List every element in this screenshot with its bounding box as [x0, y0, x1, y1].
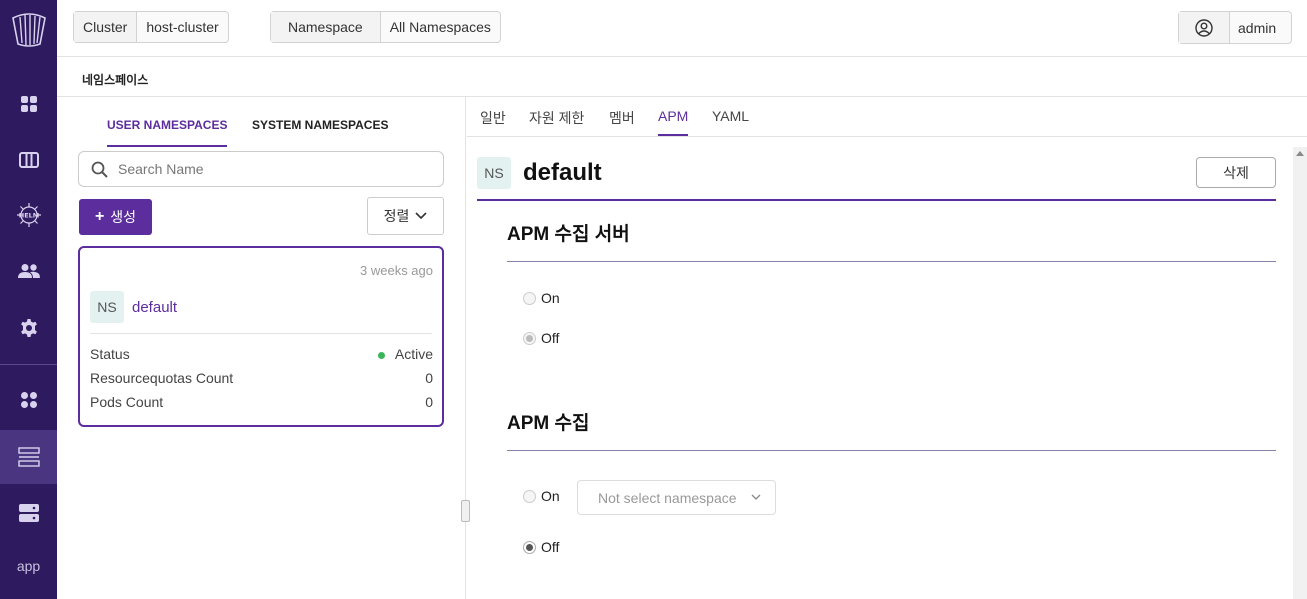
detail-header: NS default 삭제 — [477, 157, 1276, 201]
create-button[interactable]: + 생성 — [79, 199, 152, 235]
sidebar-item-users[interactable] — [0, 244, 57, 298]
radio-label: Off — [541, 330, 560, 346]
namespace-key: Namespace — [271, 12, 380, 42]
search-box — [78, 151, 444, 187]
prop-value: 0 — [425, 394, 433, 410]
sort-button[interactable]: 정렬 — [367, 197, 444, 235]
page-title: 네임스페이스 — [82, 73, 149, 87]
status-text: Active — [394, 346, 433, 362]
tab-user-namespaces[interactable]: USER NAMESPACES — [107, 118, 228, 147]
tab-system-namespaces[interactable]: SYSTEM NAMESPACES — [252, 118, 388, 145]
chevron-down-icon — [415, 212, 427, 220]
scroll-up-arrow-icon[interactable] — [1296, 151, 1304, 156]
server-icon — [18, 504, 39, 522]
prop-label: Pods Count — [90, 394, 164, 410]
namespace-select-placeholder: Not select namespace — [598, 489, 737, 506]
namespace-selector[interactable]: Namespace All Namespaces — [270, 11, 501, 43]
namespace-list-pane: USER NAMESPACES SYSTEM NAMESPACES + 생성 정… — [57, 97, 466, 599]
search-icon — [91, 161, 108, 178]
user-menu[interactable]: admin — [1178, 11, 1293, 44]
sidebar-item-namespaces[interactable] — [0, 430, 57, 484]
dashboard-icon — [20, 96, 37, 112]
chevron-down-icon — [751, 494, 761, 500]
card-namespace-name[interactable]: default — [132, 299, 177, 316]
title-row: 네임스페이스 — [57, 57, 1307, 97]
delete-button[interactable]: 삭제 — [1196, 157, 1276, 188]
columns-icon — [18, 152, 39, 168]
helm-icon: HELM — [16, 203, 41, 227]
sidebar-item-dashboard[interactable] — [0, 77, 57, 131]
search-input[interactable] — [118, 161, 418, 177]
ns-badge: NS — [90, 291, 124, 323]
apps-icon — [20, 392, 37, 408]
users-icon — [17, 264, 40, 278]
user-icon — [1179, 12, 1229, 43]
sidebar-item-server[interactable] — [0, 486, 57, 540]
card-divider — [90, 333, 432, 334]
detail-tabs: 일반 자원 제한 멤버 APM YAML — [467, 97, 1307, 137]
status-dot — [377, 351, 385, 359]
radio-circle — [523, 291, 536, 305]
prop-label: Status — [90, 346, 130, 362]
radio-label: On — [541, 290, 560, 306]
apm-server-on-radio[interactable]: On — [523, 290, 560, 306]
settings-icon — [20, 319, 37, 337]
section-apm-server-title: APM 수집 서버 — [507, 224, 630, 245]
radio-circle — [523, 540, 536, 554]
section-divider — [507, 450, 1276, 451]
sidebar-item-apps[interactable] — [0, 373, 57, 427]
apm-collect-off-radio[interactable]: Off — [523, 539, 559, 555]
user-name: admin — [1229, 12, 1291, 43]
cluster-key: Cluster — [74, 12, 137, 42]
prop-value: Active — [377, 346, 433, 362]
card-prop-status: Status Active — [90, 346, 433, 362]
tab-yaml[interactable]: YAML — [712, 108, 749, 134]
apm-server-off-radio[interactable]: Off — [523, 330, 559, 346]
section-divider — [507, 261, 1276, 262]
prop-value: 0 — [425, 370, 433, 386]
tab-members[interactable]: 멤버 — [609, 108, 635, 138]
plus-icon: + — [94, 208, 105, 225]
namespace-card[interactable]: 3 weeks ago NS default Status Active Res… — [78, 246, 444, 427]
sidebar-app-label[interactable]: app — [0, 558, 57, 574]
scrollbar[interactable] — [1293, 147, 1307, 599]
card-prop-resourcequotas: Resourcequotas Count 0 — [90, 370, 433, 386]
helm-text: HELM — [18, 212, 39, 220]
tab-general[interactable]: 일반 — [480, 108, 506, 138]
sidebar: HELM app — [0, 0, 57, 599]
detail-namespace-name: default — [523, 159, 602, 186]
tab-resource-limits[interactable]: 자원 제한 — [529, 108, 584, 138]
topbar: Cluster host-cluster Namespace All Names… — [57, 0, 1307, 57]
sidebar-item-helm[interactable]: HELM — [0, 188, 57, 242]
section-apm-collect-title: APM 수집 — [507, 413, 590, 434]
namespace-value: All Namespaces — [379, 12, 500, 42]
sidebar-item-columns[interactable] — [0, 133, 57, 187]
tab-apm[interactable]: APM — [658, 108, 689, 136]
cluster-value: host-cluster — [136, 12, 227, 42]
ns-badge: NS — [477, 157, 511, 189]
prop-label: Resourcequotas Count — [90, 370, 234, 386]
sidebar-item-settings[interactable] — [0, 301, 57, 355]
list-icon — [17, 447, 40, 467]
harp-logo-icon[interactable] — [0, 12, 57, 52]
radio-circle — [523, 331, 536, 345]
cluster-selector[interactable]: Cluster host-cluster — [73, 11, 229, 43]
radio-label: On — [541, 488, 560, 504]
create-button-label: 생성 — [110, 209, 137, 225]
namespace-detail-pane: 일반 자원 제한 멤버 APM YAML NS default 삭제 APM 수… — [467, 97, 1307, 599]
radio-label: Off — [541, 539, 560, 555]
sort-button-label: 정렬 — [383, 208, 410, 224]
card-time: 3 weeks ago — [360, 263, 433, 278]
sidebar-divider — [0, 364, 57, 365]
namespace-select[interactable]: Not select namespace — [577, 480, 776, 515]
apm-collect-on-radio[interactable]: On — [523, 488, 560, 504]
card-prop-pods: Pods Count 0 — [90, 394, 433, 410]
radio-circle — [523, 489, 536, 503]
